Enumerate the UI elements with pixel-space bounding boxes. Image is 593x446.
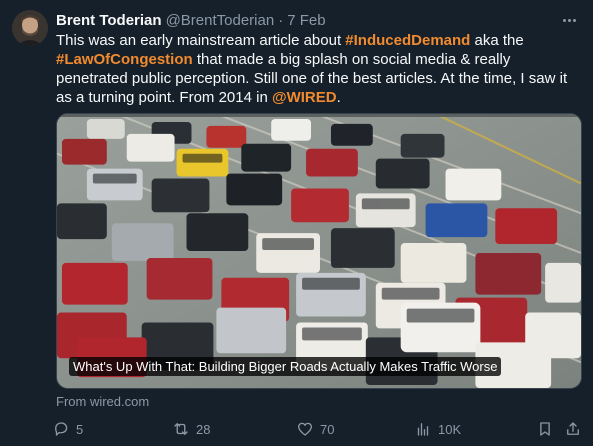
tweet-card[interactable]: Brent Toderian @BrentToderian · 7 Feb Th… bbox=[0, 0, 593, 446]
share-icon bbox=[567, 422, 579, 435]
traffic-photo bbox=[57, 114, 581, 388]
timestamp[interactable]: 7 Feb bbox=[287, 12, 325, 29]
text-segment: aka the bbox=[470, 32, 524, 49]
avatar[interactable] bbox=[12, 10, 48, 46]
author-name[interactable]: Brent Toderian bbox=[56, 12, 162, 29]
reply-button[interactable]: 5 bbox=[52, 418, 83, 440]
link-source[interactable]: From wired.com bbox=[56, 394, 149, 409]
hashtag-induced-demand[interactable]: #InducedDemand bbox=[345, 32, 470, 49]
like-count: 70 bbox=[320, 421, 335, 437]
views-button[interactable]: 10K bbox=[414, 418, 461, 440]
bookmark-icon bbox=[540, 422, 550, 436]
more-icon[interactable] bbox=[559, 10, 579, 30]
views-icon bbox=[417, 423, 429, 436]
repost-icon bbox=[174, 423, 188, 435]
hashtag-law-of-congestion[interactable]: #LawOfCongestion bbox=[56, 51, 193, 68]
share-button[interactable] bbox=[564, 418, 582, 440]
reply-count: 5 bbox=[76, 421, 84, 437]
link-card-title: What's Up With That: Building Bigger Roa… bbox=[69, 357, 502, 376]
tweet-text: This was an early mainstream article abo… bbox=[56, 31, 582, 107]
author-handle[interactable]: @BrentToderian bbox=[166, 12, 275, 29]
bookmark-button[interactable] bbox=[536, 418, 554, 440]
text-segment: . bbox=[336, 89, 341, 106]
link-card-image[interactable]: What's Up With That: Building Bigger Roa… bbox=[56, 113, 582, 389]
reply-icon bbox=[55, 422, 68, 436]
repost-count: 28 bbox=[196, 421, 211, 437]
view-count: 10K bbox=[438, 421, 462, 437]
like-icon bbox=[297, 422, 313, 436]
action-bar: 5 28 70 10K bbox=[52, 418, 582, 440]
mention-wired[interactable]: @WIRED bbox=[272, 89, 337, 106]
like-button[interactable]: 70 bbox=[296, 418, 334, 440]
text-segment: This was an early mainstream article abo… bbox=[56, 32, 346, 49]
repost-button[interactable]: 28 bbox=[172, 418, 210, 440]
tweet-header: Brent Toderian @BrentToderian · 7 Feb bbox=[56, 10, 326, 30]
separator: · bbox=[278, 11, 284, 29]
